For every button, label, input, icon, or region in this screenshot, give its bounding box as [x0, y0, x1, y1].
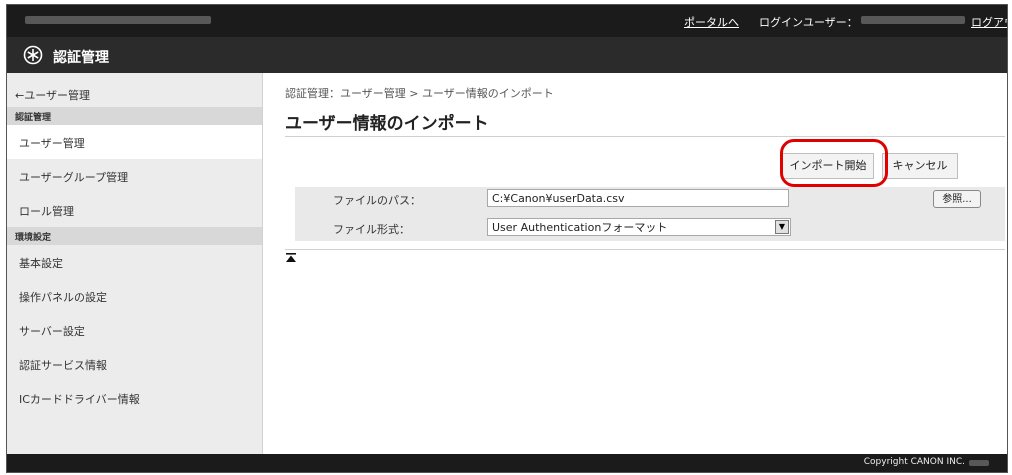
main-content: 認証管理：ユーザー管理 > ユーザー情報のインポート ユーザー情報のインポート …: [263, 73, 1007, 454]
sidebar-item-operation-panel-settings[interactable]: 操作パネルの設定: [7, 279, 262, 313]
sidebar-section-heading: 環境設定: [15, 233, 52, 243]
form-divider: [285, 249, 1005, 250]
breadcrumb: 認証管理：ユーザー管理 > ユーザー情報のインポート: [285, 87, 554, 100]
file-format-selected-value: User Authenticationフォーマット: [492, 221, 668, 234]
sidebar-item-basic-settings[interactable]: 基本設定: [7, 245, 262, 279]
top-bar: ポータルへ ログインユーザー： ログアウト: [7, 5, 1007, 37]
chevron-down-icon[interactable]: ▼: [775, 220, 789, 234]
browse-button[interactable]: 参照...: [933, 190, 981, 208]
file-path-input[interactable]: C:¥Canon¥userData.csv: [487, 189, 789, 207]
sidebar-item-label: 操作パネルの設定: [19, 291, 107, 304]
file-path-label: ファイルのパス：: [333, 194, 421, 207]
sidebar-item-user-management[interactable]: ユーザー管理: [7, 125, 262, 159]
cancel-button[interactable]: キャンセル: [882, 153, 958, 179]
sidebar-item-label: ロール管理: [19, 205, 74, 218]
sidebar-section-settings: 環境設定: [7, 227, 262, 245]
sidebar-item-label: 認証サービス情報: [19, 359, 107, 372]
sidebar-item-label: ユーザーグループ管理: [19, 171, 129, 184]
redacted-year: [969, 460, 989, 466]
sidebar-item-user-group-management[interactable]: ユーザーグループ管理: [7, 159, 262, 193]
redacted-device-name: [25, 16, 211, 24]
sidebar-item-label: ユーザー管理: [19, 137, 85, 150]
login-user-label: ログインユーザー：: [759, 16, 858, 29]
sidebar-section-auth: 認証管理: [7, 107, 262, 125]
sidebar-item-label: サーバー設定: [19, 325, 85, 338]
logout-link[interactable]: ログアウト: [971, 14, 1007, 30]
sidebar-item-label: ICカードドライバー情報: [19, 393, 140, 406]
sidebar-item-role-management[interactable]: ロール管理: [7, 193, 262, 227]
footer: Copyright CANON INC.: [7, 454, 1007, 472]
app-title: 認証管理: [53, 50, 109, 66]
redacted-user-name: [861, 16, 965, 24]
sidebar-item-auth-service-info[interactable]: 認証サービス情報: [7, 347, 262, 381]
authentication-logo-icon: [23, 45, 43, 65]
sidebar-item-ic-card-driver-info[interactable]: ICカードドライバー情報: [7, 381, 262, 415]
arrow-to-top-icon[interactable]: [285, 252, 297, 264]
title-divider: [285, 136, 1005, 137]
back-link-label: ←ユーザー管理: [15, 89, 90, 102]
app-header: 認証管理: [7, 37, 1007, 73]
browser-window: ポータルへ ログインユーザー： ログアウト 認証管理 ←ユーザー管理 認証管理 …: [6, 4, 1008, 473]
copyright-text: Copyright CANON INC.: [863, 457, 965, 467]
highlight-ring: [780, 139, 888, 187]
sidebar-section-heading: 認証管理: [15, 113, 52, 123]
import-form-panel: ファイルのパス： C:¥Canon¥userData.csv 参照... ファイ…: [295, 187, 1005, 241]
sidebar-item-server-settings[interactable]: サーバー設定: [7, 313, 262, 347]
portal-link[interactable]: ポータルへ: [684, 14, 739, 30]
back-to-user-management-link[interactable]: ←ユーザー管理: [7, 81, 262, 107]
sidebar: ←ユーザー管理 認証管理 ユーザー管理 ユーザーグループ管理 ロール管理 環境設…: [7, 73, 263, 454]
sidebar-item-label: 基本設定: [19, 257, 63, 270]
page-title: ユーザー情報のインポート: [285, 114, 489, 134]
file-format-label: ファイル形式：: [333, 223, 410, 236]
file-format-select[interactable]: User Authenticationフォーマット ▼: [487, 218, 791, 236]
